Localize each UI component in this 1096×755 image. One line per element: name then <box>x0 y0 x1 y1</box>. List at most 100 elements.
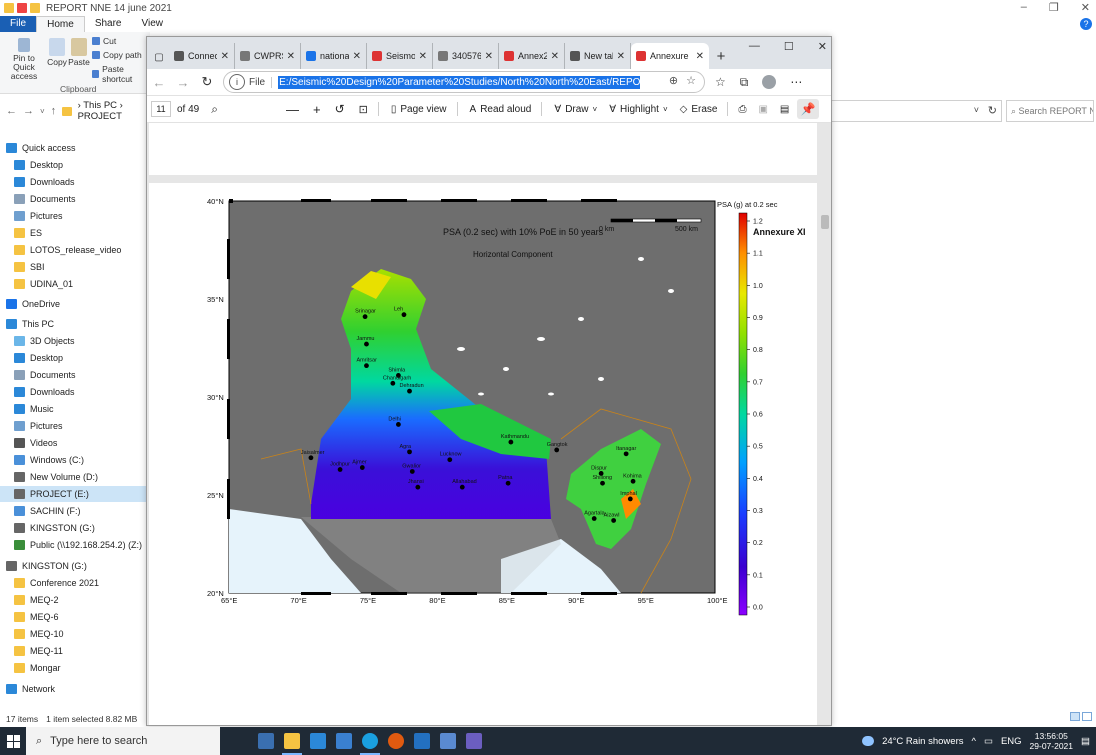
browser-tab[interactable]: Connect ✕ <box>169 43 235 69</box>
zoom-icon[interactable]: ⊕ <box>669 74 678 87</box>
browser-tab[interactable]: Annex26 ✕ <box>499 43 565 69</box>
nav-item[interactable]: Desktop <box>0 350 146 366</box>
paste-shortcut-button[interactable]: Paste shortcut <box>92 64 150 84</box>
nav-item[interactable]: Videos <box>0 435 146 451</box>
notifications-icon[interactable]: ▤ <box>1081 736 1090 747</box>
nav-item[interactable]: MEQ-2 <box>0 592 146 608</box>
fit-page-icon[interactable]: ⊡ <box>359 103 368 116</box>
nav-item[interactable]: OneDrive <box>0 296 146 312</box>
search-input[interactable]: ⌕ Search REPORT N... <box>1006 100 1094 122</box>
breadcrumb-project[interactable]: PROJECT <box>78 111 122 122</box>
nav-item[interactable]: Windows (C:) <box>0 452 146 468</box>
nav-item[interactable]: This PC <box>0 316 146 332</box>
app-icon[interactable] <box>440 733 456 749</box>
store-icon[interactable] <box>336 733 352 749</box>
back-icon[interactable]: ← <box>6 105 17 117</box>
save-icon[interactable]: ▣ <box>758 104 767 115</box>
minimize-icon[interactable]: — <box>749 40 760 53</box>
copy-button[interactable]: Copy <box>46 38 68 67</box>
close-tab-icon[interactable]: ✕ <box>419 51 427 62</box>
recent-chevron-icon[interactable]: ˅ <box>40 107 45 116</box>
chevron-up-icon[interactable]: ^ <box>971 736 975 747</box>
tab-view[interactable]: View <box>132 16 174 32</box>
firefox-icon[interactable] <box>388 733 404 749</box>
details-view-icon[interactable] <box>1070 712 1080 721</box>
browser-tab[interactable]: New tab ✕ <box>565 43 631 69</box>
taskbar-search[interactable]: ⌕ Type here to search <box>26 727 220 755</box>
browser-tab[interactable]: Annexure ✕ <box>631 43 709 69</box>
breadcrumb-this-pc[interactable]: This PC <box>83 100 117 111</box>
pdf-viewer[interactable]: PSA (0.2 sec) with 10% PoE in 50 years H… <box>147 123 831 725</box>
browser-tab[interactable]: 34057614 ✕ <box>433 43 499 69</box>
edge-icon[interactable] <box>360 733 380 755</box>
tab-share[interactable]: Share <box>85 16 132 32</box>
zoom-out-icon[interactable]: — <box>286 102 299 117</box>
start-button[interactable] <box>0 727 26 755</box>
chevron-down-icon[interactable]: ˅ <box>593 105 598 114</box>
nav-item[interactable]: Mongar <box>0 660 146 676</box>
nav-item[interactable]: 3D Objects <box>0 333 146 349</box>
address-bar[interactable]: i File E:/Seismic%20Design%20Parameter%2… <box>223 71 705 93</box>
refresh-icon[interactable]: ↻ <box>195 74 219 90</box>
pdf-scrollbar[interactable] <box>821 215 829 229</box>
nav-item[interactable]: Music <box>0 401 146 417</box>
nav-item[interactable]: MEQ-10 <box>0 626 146 642</box>
nav-item[interactable]: MEQ-11 <box>0 643 146 659</box>
nav-item[interactable]: UDINA_01 <box>0 276 146 292</box>
nav-item[interactable]: ES <box>0 225 146 241</box>
nav-item[interactable]: Documents <box>0 191 146 207</box>
search-icon[interactable]: ⌕ <box>211 102 218 117</box>
browser-tab[interactable]: nationalit ✕ <box>301 43 367 69</box>
help-icon[interactable]: ? <box>1080 18 1092 30</box>
nav-item[interactable]: Downloads <box>0 384 146 400</box>
close-tab-icon[interactable]: ✕ <box>696 51 704 62</box>
tab-actions-icon[interactable]: ▢ <box>149 45 169 69</box>
weather-text[interactable]: 24°C Rain showers <box>882 736 963 747</box>
forward-icon[interactable]: → <box>171 75 195 90</box>
nav-item[interactable]: Downloads <box>0 174 146 190</box>
more-icon[interactable]: ⋯ <box>790 75 802 89</box>
teams-icon[interactable] <box>466 733 482 749</box>
erase-button[interactable]: ◇ Erase <box>680 104 718 115</box>
nav-item[interactable]: Conference 2021 <box>0 575 146 591</box>
nav-item[interactable]: PROJECT (E:) <box>0 486 146 502</box>
nav-item[interactable]: SBI <box>0 259 146 275</box>
language-indicator[interactable]: ENG <box>1001 736 1022 747</box>
nav-item[interactable]: Public (\\192.168.254.2) (Z:) <box>0 537 146 553</box>
pin-toolbar-button[interactable]: 📌 <box>797 99 820 119</box>
close-tab-icon[interactable]: ✕ <box>485 51 493 62</box>
rotate-icon[interactable]: ↺ <box>335 102 345 116</box>
close-tab-icon[interactable]: ✕ <box>617 51 625 62</box>
breadcrumb[interactable]: › This PC › PROJECT <box>78 100 150 122</box>
network-icon[interactable]: ▭ <box>984 736 993 747</box>
read-aloud-button[interactable]: A Read aloud <box>470 104 532 115</box>
nav-item[interactable]: SACHIN (F:) <box>0 503 146 519</box>
new-tab-button[interactable]: + <box>709 43 733 69</box>
nav-item[interactable]: MEQ-6 <box>0 609 146 625</box>
nav-item[interactable]: Pictures <box>0 208 146 224</box>
nav-item[interactable]: KINGSTON (G:) <box>0 520 146 536</box>
folder-icon[interactable] <box>4 3 14 13</box>
nav-item[interactable]: Pictures <box>0 418 146 434</box>
properties-icon[interactable] <box>17 3 27 13</box>
copy-path-button[interactable]: Copy path <box>92 50 142 60</box>
address-bar[interactable]: ˅ ↻ <box>830 100 1002 122</box>
large-icons-view-icon[interactable] <box>1082 712 1092 721</box>
weather-icon[interactable] <box>862 736 875 746</box>
chevron-down-icon[interactable]: ˅ <box>663 105 668 114</box>
file-explorer-icon[interactable] <box>282 733 302 755</box>
profile-avatar[interactable] <box>762 75 777 89</box>
close-icon[interactable]: ✕ <box>1081 1 1090 14</box>
info-icon[interactable]: i <box>229 74 245 90</box>
close-tab-icon[interactable]: ✕ <box>551 51 559 62</box>
favorite-star-icon[interactable]: ☆ <box>686 74 696 87</box>
back-icon[interactable]: ← <box>147 75 171 90</box>
nav-item[interactable]: Quick access <box>0 140 146 156</box>
pin-quick-access-button[interactable]: Pin to Quick access <box>2 38 46 81</box>
print-icon[interactable]: ⎙ <box>738 104 746 115</box>
forward-icon[interactable]: → <box>23 105 34 117</box>
close-tab-icon[interactable]: ✕ <box>287 51 295 62</box>
nav-item[interactable]: Network <box>0 681 146 697</box>
nav-item[interactable]: New Volume (D:) <box>0 469 146 485</box>
file-list-area[interactable] <box>834 124 1096 710</box>
